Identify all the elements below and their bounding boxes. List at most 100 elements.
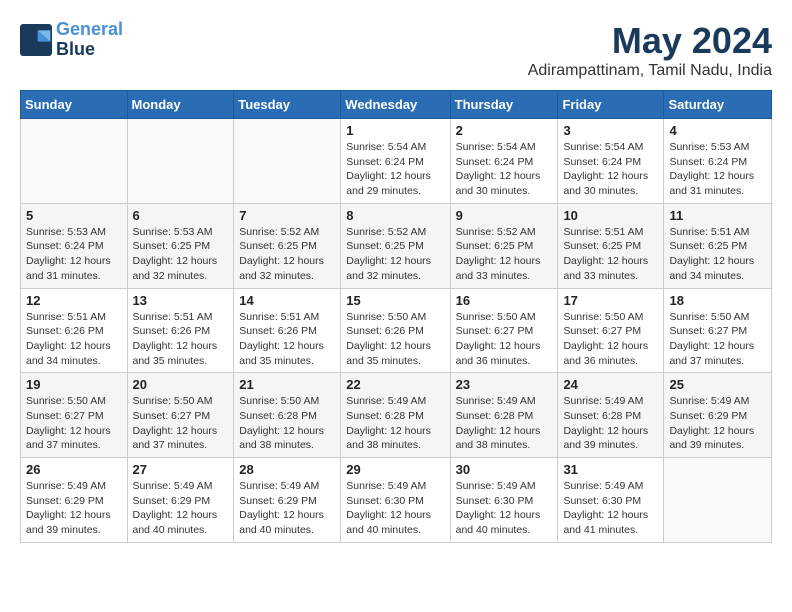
day-info: Sunrise: 5:49 AM Sunset: 6:28 PM Dayligh… (563, 394, 658, 453)
day-number: 3 (563, 123, 658, 138)
day-info: Sunrise: 5:50 AM Sunset: 6:28 PM Dayligh… (239, 394, 335, 453)
day-number: 8 (346, 208, 444, 223)
page-header: General Blue May 2024 Adirampattinam, Ta… (20, 20, 772, 80)
calendar-cell: 31 Sunrise: 5:49 AM Sunset: 6:30 PM Dayli… (558, 458, 664, 543)
day-number: 22 (346, 377, 444, 392)
weekday-sunday: Sunday (21, 91, 128, 119)
day-number: 24 (563, 377, 658, 392)
day-number: 6 (133, 208, 229, 223)
weekday-wednesday: Wednesday (341, 91, 450, 119)
calendar-cell: 9Sunrise: 5:52 AM Sunset: 6:25 PM Daylig… (450, 203, 558, 288)
day-info: Sunrise: 5:51 AM Sunset: 6:25 PM Dayligh… (563, 225, 658, 284)
day-info: Sunrise: 5:50 AM Sunset: 6:27 PM Dayligh… (563, 310, 658, 369)
day-number: 21 (239, 377, 335, 392)
weekday-saturday: Saturday (664, 91, 772, 119)
day-info: Sunrise: 5:49 AM Sunset: 6:30 PM Dayligh… (456, 479, 553, 538)
day-info: Sunrise: 5:49 AM Sunset: 6:30 PM Dayligh… (563, 479, 658, 538)
day-number: 16 (456, 293, 553, 308)
logo-icon (20, 24, 52, 56)
day-info: Sunrise: 5:52 AM Sunset: 6:25 PM Dayligh… (346, 225, 444, 284)
calendar-cell: 1 Sunrise: 5:54 AM Sunset: 6:24 PM Daylig… (341, 119, 450, 204)
day-info: Sunrise: 5:51 AM Sunset: 6:26 PM Dayligh… (26, 310, 122, 369)
weekday-tuesday: Tuesday (234, 91, 341, 119)
weekday-header-row: SundayMondayTuesdayWednesdayThursdayFrid… (21, 91, 772, 119)
calendar-cell: 17 Sunrise: 5:50 AM Sunset: 6:27 PM Dayli… (558, 288, 664, 373)
calendar-cell: 6 Sunrise: 5:53 AM Sunset: 6:25 PM Daylig… (127, 203, 234, 288)
day-number: 26 (26, 462, 122, 477)
calendar-cell: 10 Sunrise: 5:51 AM Sunset: 6:25 PM Dayli… (558, 203, 664, 288)
calendar-cell: 12 Sunrise: 5:51 AM Sunset: 6:26 PM Dayli… (21, 288, 128, 373)
day-number: 17 (563, 293, 658, 308)
calendar-week-4: 19 Sunrise: 5:50 AM Sunset: 6:27 PM Dayli… (21, 373, 772, 458)
calendar-cell: 21 Sunrise: 5:50 AM Sunset: 6:28 PM Dayli… (234, 373, 341, 458)
month-title: May 2024 (528, 20, 772, 62)
calendar-cell: 27 Sunrise: 5:49 AM Sunset: 6:29 PM Dayli… (127, 458, 234, 543)
day-info: Sunrise: 5:50 AM Sunset: 6:27 PM Dayligh… (133, 394, 229, 453)
calendar-table: SundayMondayTuesdayWednesdayThursdayFrid… (20, 90, 772, 543)
day-info: Sunrise: 5:49 AM Sunset: 6:29 PM Dayligh… (133, 479, 229, 538)
logo-text: General Blue (56, 20, 123, 60)
day-info: Sunrise: 5:51 AM Sunset: 6:26 PM Dayligh… (239, 310, 335, 369)
calendar-cell: 18 Sunrise: 5:50 AM Sunset: 6:27 PM Dayli… (664, 288, 772, 373)
day-info: Sunrise: 5:51 AM Sunset: 6:25 PM Dayligh… (669, 225, 766, 284)
calendar-cell (664, 458, 772, 543)
calendar-cell: 29 Sunrise: 5:49 AM Sunset: 6:30 PM Dayli… (341, 458, 450, 543)
title-section: May 2024 Adirampattinam, Tamil Nadu, Ind… (528, 20, 772, 80)
location-title: Adirampattinam, Tamil Nadu, India (528, 62, 772, 80)
day-number: 30 (456, 462, 553, 477)
day-info: Sunrise: 5:50 AM Sunset: 6:26 PM Dayligh… (346, 310, 444, 369)
calendar-cell: 22 Sunrise: 5:49 AM Sunset: 6:28 PM Dayli… (341, 373, 450, 458)
calendar-cell: 8 Sunrise: 5:52 AM Sunset: 6:25 PM Daylig… (341, 203, 450, 288)
day-info: Sunrise: 5:49 AM Sunset: 6:29 PM Dayligh… (239, 479, 335, 538)
day-number: 23 (456, 377, 553, 392)
calendar-cell: 23 Sunrise: 5:49 AM Sunset: 6:28 PM Dayli… (450, 373, 558, 458)
calendar-cell: 14 Sunrise: 5:51 AM Sunset: 6:26 PM Dayli… (234, 288, 341, 373)
calendar-cell: 7Sunrise: 5:52 AM Sunset: 6:25 PM Daylig… (234, 203, 341, 288)
day-number: 10 (563, 208, 658, 223)
calendar-cell (234, 119, 341, 204)
day-info: Sunrise: 5:50 AM Sunset: 6:27 PM Dayligh… (26, 394, 122, 453)
calendar-cell: 20Sunrise: 5:50 AM Sunset: 6:27 PM Dayli… (127, 373, 234, 458)
calendar-cell: 4Sunrise: 5:53 AM Sunset: 6:24 PM Daylig… (664, 119, 772, 204)
day-number: 4 (669, 123, 766, 138)
calendar-week-3: 12 Sunrise: 5:51 AM Sunset: 6:26 PM Dayli… (21, 288, 772, 373)
calendar-week-5: 26 Sunrise: 5:49 AM Sunset: 6:29 PM Dayli… (21, 458, 772, 543)
calendar-cell: 13Sunrise: 5:51 AM Sunset: 6:26 PM Dayli… (127, 288, 234, 373)
calendar-cell: 26 Sunrise: 5:49 AM Sunset: 6:29 PM Dayli… (21, 458, 128, 543)
day-info: Sunrise: 5:54 AM Sunset: 6:24 PM Dayligh… (456, 140, 553, 199)
day-info: Sunrise: 5:53 AM Sunset: 6:25 PM Dayligh… (133, 225, 229, 284)
day-info: Sunrise: 5:54 AM Sunset: 6:24 PM Dayligh… (346, 140, 444, 199)
day-info: Sunrise: 5:49 AM Sunset: 6:28 PM Dayligh… (456, 394, 553, 453)
day-number: 1 (346, 123, 444, 138)
day-info: Sunrise: 5:49 AM Sunset: 6:29 PM Dayligh… (26, 479, 122, 538)
day-number: 5 (26, 208, 122, 223)
day-number: 19 (26, 377, 122, 392)
calendar-body: 1 Sunrise: 5:54 AM Sunset: 6:24 PM Daylig… (21, 119, 772, 543)
calendar-week-2: 5 Sunrise: 5:53 AM Sunset: 6:24 PM Daylig… (21, 203, 772, 288)
day-number: 28 (239, 462, 335, 477)
day-info: Sunrise: 5:52 AM Sunset: 6:25 PM Dayligh… (239, 225, 335, 284)
weekday-thursday: Thursday (450, 91, 558, 119)
calendar-cell: 28 Sunrise: 5:49 AM Sunset: 6:29 PM Dayli… (234, 458, 341, 543)
day-info: Sunrise: 5:49 AM Sunset: 6:29 PM Dayligh… (669, 394, 766, 453)
day-info: Sunrise: 5:50 AM Sunset: 6:27 PM Dayligh… (669, 310, 766, 369)
day-number: 31 (563, 462, 658, 477)
calendar-cell (21, 119, 128, 204)
day-info: Sunrise: 5:49 AM Sunset: 6:28 PM Dayligh… (346, 394, 444, 453)
day-number: 13 (133, 293, 229, 308)
day-number: 14 (239, 293, 335, 308)
day-info: Sunrise: 5:49 AM Sunset: 6:30 PM Dayligh… (346, 479, 444, 538)
day-number: 18 (669, 293, 766, 308)
calendar-cell: 30 Sunrise: 5:49 AM Sunset: 6:30 PM Dayli… (450, 458, 558, 543)
day-info: Sunrise: 5:53 AM Sunset: 6:24 PM Dayligh… (26, 225, 122, 284)
day-number: 12 (26, 293, 122, 308)
weekday-monday: Monday (127, 91, 234, 119)
calendar-cell: 24 Sunrise: 5:49 AM Sunset: 6:28 PM Dayli… (558, 373, 664, 458)
day-number: 2 (456, 123, 553, 138)
calendar-cell: 11 Sunrise: 5:51 AM Sunset: 6:25 PM Dayli… (664, 203, 772, 288)
day-number: 15 (346, 293, 444, 308)
day-number: 29 (346, 462, 444, 477)
day-number: 11 (669, 208, 766, 223)
calendar-cell (127, 119, 234, 204)
day-number: 27 (133, 462, 229, 477)
